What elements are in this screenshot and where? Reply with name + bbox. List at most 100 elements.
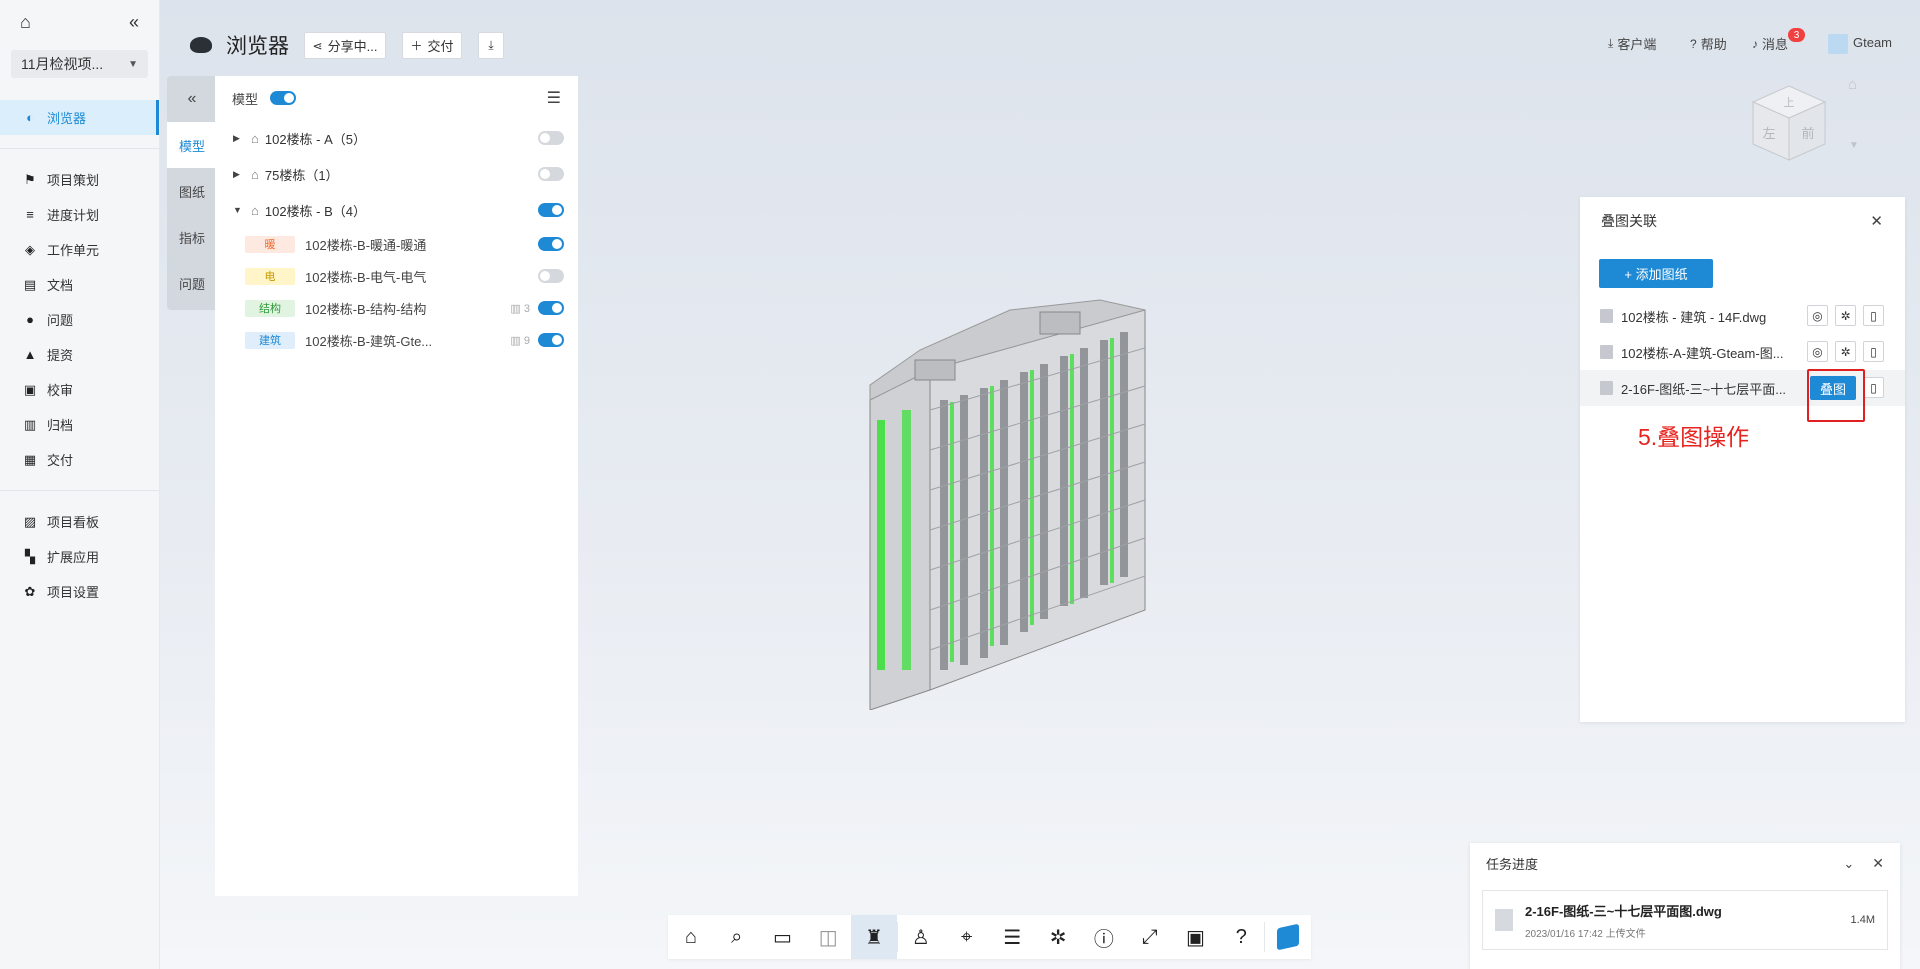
caret-right-icon[interactable]: ▶	[233, 169, 245, 180]
app-logo-button[interactable]	[1265, 915, 1311, 959]
cube-left-label: 左	[1762, 127, 1775, 142]
sidebar-item-dashboard[interactable]: ▨ 项目看板	[0, 504, 159, 539]
project-select[interactable]: 11月检视项... ▼	[11, 50, 148, 78]
dashboard-icon: ▨	[23, 513, 37, 529]
caret-down-icon[interactable]: ▼	[233, 205, 245, 215]
location-button[interactable]: ⌖	[944, 915, 990, 959]
sidebar-item-delivery[interactable]: ▦ 交付	[0, 442, 159, 477]
trash-icon[interactable]: ▯	[1863, 305, 1884, 326]
tree-group[interactable]: ▶ ⌂ 75楼栋（1）	[215, 156, 578, 192]
sidebar-item-documents[interactable]: ▤ 文档	[0, 267, 159, 302]
tab-issues[interactable]: 问题	[167, 260, 217, 306]
tree-group[interactable]: ▼ ⌂ 102楼栋 - B（4）	[215, 192, 578, 228]
sidebar-item-extensions[interactable]: ▚ 扩展应用	[0, 539, 159, 574]
collapse-icon[interactable]: ⌄	[1843, 856, 1854, 872]
download-button[interactable]: ⤓	[478, 32, 504, 59]
drawing-name: 102楼栋-A-建筑-Gteam-图...	[1621, 345, 1784, 361]
sidebar-item-label: 工作单元	[47, 243, 100, 258]
sidebar-item-browser[interactable]: ◐ 浏览器	[0, 100, 159, 135]
close-icon[interactable]: ✕	[1870, 212, 1883, 230]
add-drawing-button[interactable]: + 添加图纸	[1599, 259, 1713, 288]
hide-icon[interactable]: ◎	[1807, 305, 1828, 326]
gear-icon[interactable]: ✲	[1835, 305, 1856, 326]
menu-icon[interactable]: ☰	[547, 88, 561, 108]
model-item[interactable]: 电 102楼栋-B-电气-电气	[215, 260, 578, 292]
properties-button[interactable]: ☰	[989, 915, 1035, 959]
brand-logo-icon	[1277, 923, 1300, 951]
sidebar-item-issues[interactable]: ● 问题	[0, 302, 159, 337]
share-button[interactable]: ⋖ 分享中...	[304, 32, 386, 59]
compare-button[interactable]: ◫	[805, 915, 851, 959]
drawing-row[interactable]: 102楼栋 - 建筑 - 14F.dwg ◎ ✲ ▯	[1580, 298, 1905, 334]
group-toggle[interactable]	[538, 203, 564, 217]
section-box-button[interactable]: ⌕	[714, 915, 760, 959]
sidebar-item-planning[interactable]: ⚑ 项目策划	[0, 162, 159, 197]
question-icon: ?	[1690, 36, 1697, 51]
model-toggle[interactable]	[538, 301, 564, 315]
model-toggle[interactable]	[538, 237, 564, 251]
group-toggle[interactable]	[538, 131, 564, 145]
model-toggle[interactable]	[538, 269, 564, 283]
settings-button[interactable]: ✲	[1035, 915, 1081, 959]
measure-button[interactable]: ▭	[760, 915, 806, 959]
tree-group-label: 102楼栋 - A（5）	[264, 131, 367, 147]
fullscreen-button[interactable]: ⤢	[1127, 915, 1173, 959]
sidebar-item-submittal[interactable]: ▲ 提资	[0, 337, 159, 372]
collapse-panel-icon[interactable]: «	[167, 76, 217, 122]
info-button[interactable]: ⓘ	[1081, 915, 1127, 959]
tab-drawings[interactable]: 图纸	[167, 168, 217, 214]
model-item[interactable]: 结构 102楼栋-B-结构-结构 ▥ 3	[215, 292, 578, 324]
tab-model[interactable]: 模型	[167, 122, 217, 168]
camera-button[interactable]: ▣	[1173, 915, 1219, 959]
sidebar-item-label: 校审	[47, 383, 74, 398]
sidebar-item-label: 文档	[47, 278, 74, 293]
cube-menu-icon[interactable]: ▼	[1849, 140, 1859, 151]
user-name[interactable]: Gteam	[1853, 35, 1892, 50]
model-toggle[interactable]	[538, 333, 564, 347]
messages-badge: 3	[1788, 28, 1805, 42]
gear-icon[interactable]: ✲	[1835, 341, 1856, 362]
sidebar-top: ⌂ «	[0, 0, 159, 44]
deliver-button[interactable]: ＋ 交付	[402, 32, 462, 59]
share-icon: ⋖	[312, 38, 323, 53]
home-icon[interactable]: ⌂	[20, 12, 31, 33]
tab-metrics[interactable]: 指标	[167, 214, 217, 260]
caret-right-icon[interactable]: ▶	[233, 133, 245, 144]
avatar[interactable]	[1828, 34, 1848, 54]
trash-icon[interactable]: ▯	[1863, 341, 1884, 362]
model-tree-button[interactable]: ♜	[851, 915, 897, 959]
sidebar-item-review[interactable]: ▣ 校审	[0, 372, 159, 407]
model-name: 102楼栋-B-建筑-Gte...	[305, 333, 433, 349]
client-link[interactable]: ⤓ 客户端	[1608, 34, 1656, 53]
help-link[interactable]: ? 帮助	[1690, 34, 1727, 53]
collapse-sidebar-icon[interactable]: «	[129, 12, 139, 33]
hide-icon[interactable]: ◎	[1807, 341, 1828, 362]
help-button[interactable]: ?	[1218, 915, 1264, 959]
gear-icon: ✿	[24, 583, 36, 599]
task-progress-title: 任务进度	[1486, 857, 1539, 872]
messages-link[interactable]: ♪ 消息	[1752, 34, 1788, 53]
sidebar-item-work-unit[interactable]: ◈ 工作单元	[0, 232, 159, 267]
building-3d-model[interactable]	[860, 290, 1170, 710]
model-item[interactable]: 建筑 102楼栋-B-建筑-Gte... ▥ 9	[215, 324, 578, 356]
tree-group[interactable]: ▶ ⌂ 102楼栋 - A（5）	[215, 120, 578, 156]
task-info: 2-16F-图纸-三~十七层平面图.dwg 2023/01/16 17:42 上…	[1525, 901, 1722, 940]
home-view-button[interactable]: ⌂	[668, 915, 714, 959]
drawing-row[interactable]: 102楼栋-A-建筑-Gteam-图... ◎ ✲ ▯	[1580, 334, 1905, 370]
trash-icon[interactable]: ▯	[1863, 377, 1884, 398]
group-toggle[interactable]	[538, 167, 564, 181]
sidebar-item-schedule[interactable]: ≡ 进度计划	[0, 197, 159, 232]
home-view-icon[interactable]: ⌂	[1848, 76, 1857, 93]
close-icon[interactable]: ✕	[1872, 855, 1884, 872]
sidebar-item-settings[interactable]: ✿ 项目设置	[0, 574, 159, 609]
version-count: ▥ 9	[510, 334, 530, 347]
gear-icon: ✲	[1049, 926, 1067, 949]
walk-mode-button[interactable]: ♙	[898, 915, 944, 959]
view-cube[interactable]: 上 左 前	[1745, 80, 1833, 168]
archive-icon: ▥	[23, 416, 37, 432]
model-item[interactable]: 暖 102楼栋-B-暖通-暖通	[215, 228, 578, 260]
task-meta: 2023/01/16 17:42 上传文件	[1525, 928, 1646, 940]
sidebar-item-archive[interactable]: ▥ 归档	[0, 407, 159, 442]
model-master-toggle[interactable]	[270, 91, 297, 105]
briefcase-icon: ▦	[23, 451, 37, 467]
